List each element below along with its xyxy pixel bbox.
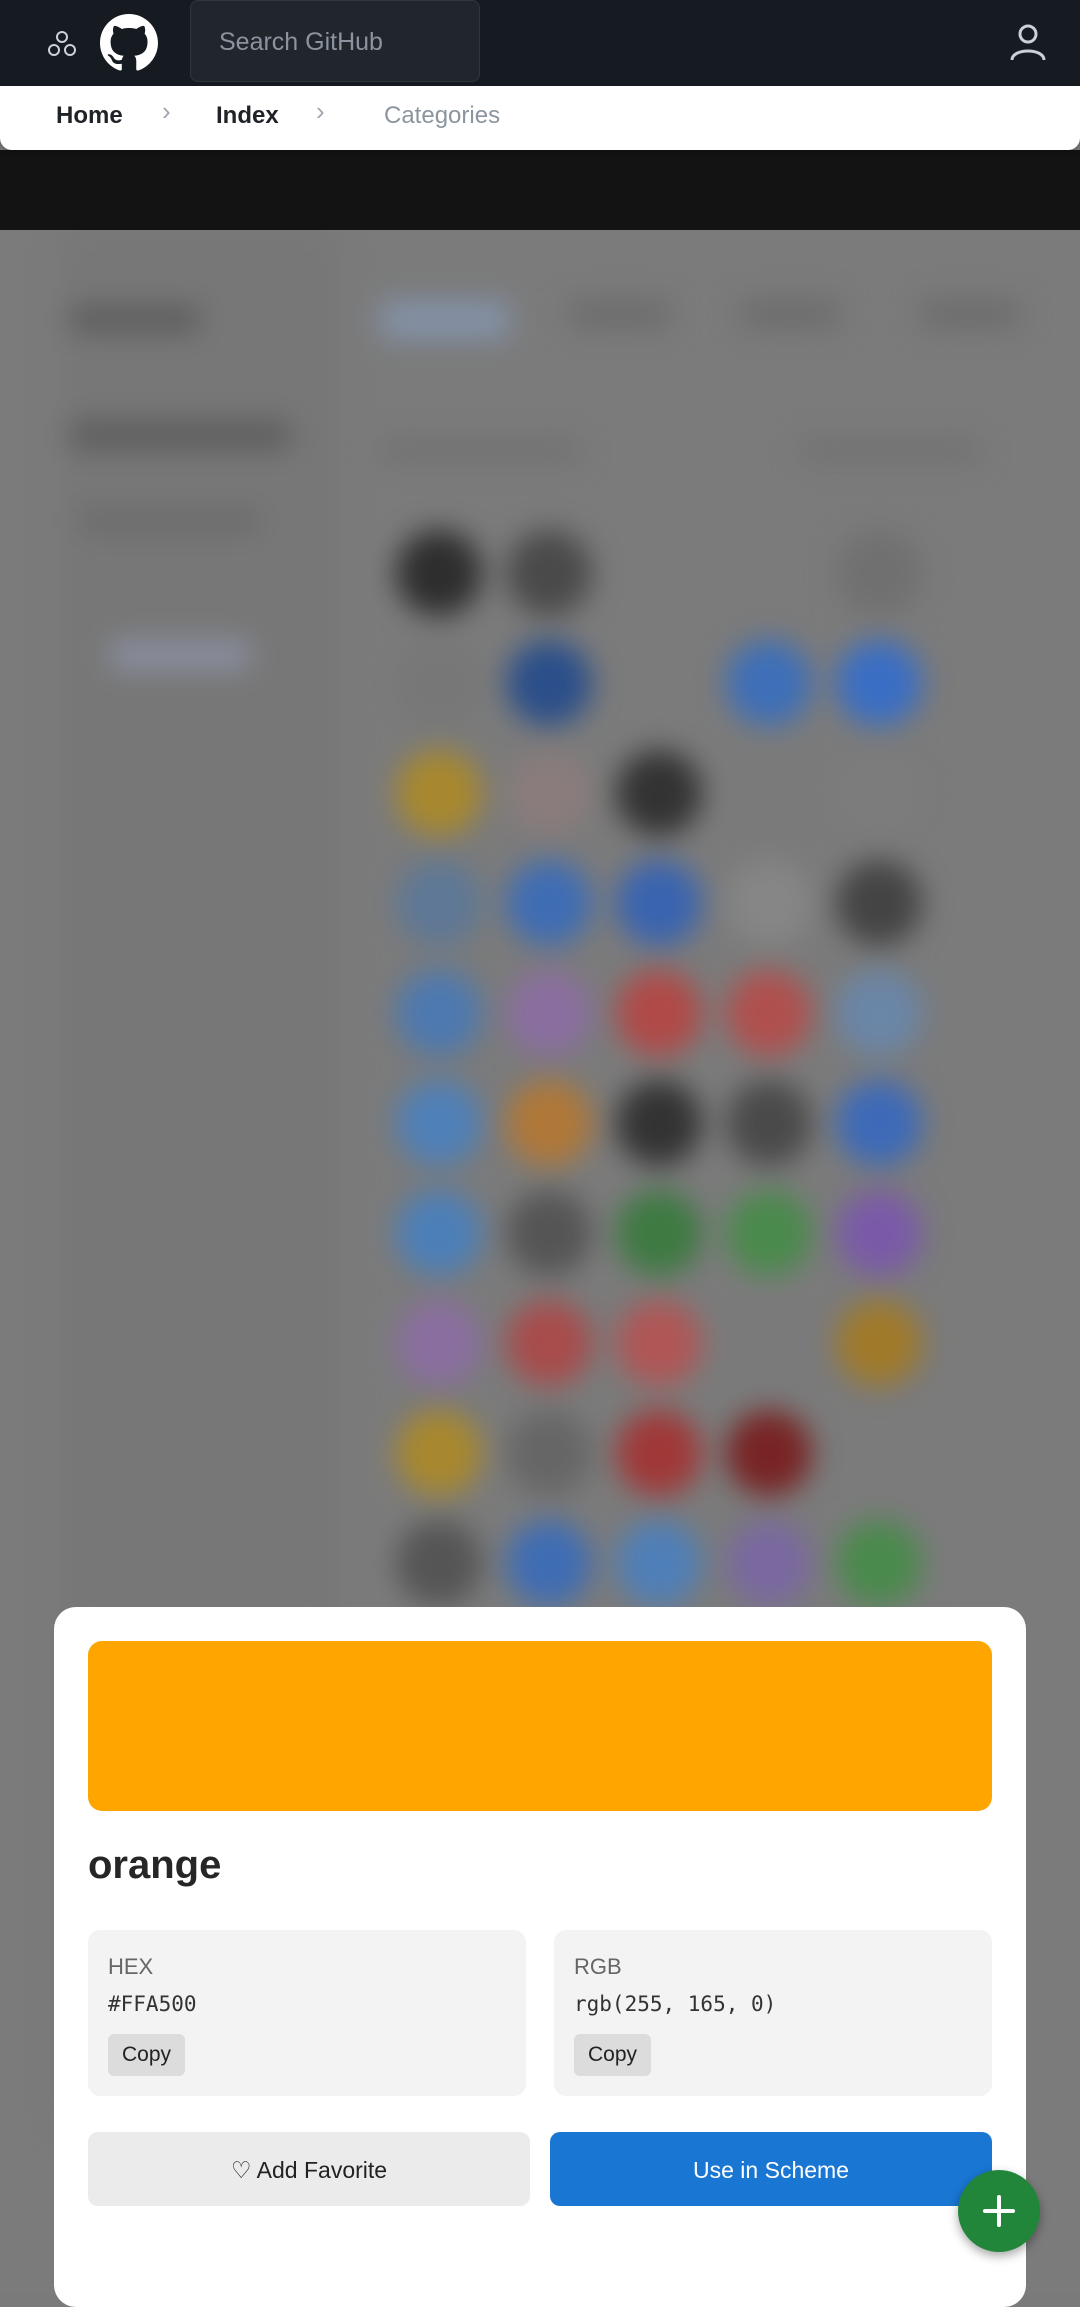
color-swatch <box>836 860 922 946</box>
color-swatch <box>506 1410 592 1496</box>
color-swatch <box>506 1080 592 1166</box>
blurred-tab <box>380 300 510 340</box>
color-swatch <box>726 640 812 726</box>
breadcrumb-home[interactable]: Home <box>56 102 123 130</box>
color-swatch <box>726 1080 812 1166</box>
blurred-text <box>70 305 200 333</box>
color-swatch <box>836 1300 922 1386</box>
color-swatch <box>396 970 482 1056</box>
color-swatch <box>616 1300 702 1386</box>
copy-rgb-button[interactable]: Copy <box>574 2034 652 2076</box>
color-swatch <box>836 1520 922 1606</box>
menu-icon[interactable] <box>46 28 78 60</box>
color-swatch <box>726 1520 812 1606</box>
blurred-tab <box>570 300 670 328</box>
chevron-right-icon: › <box>162 96 171 126</box>
color-swatch <box>506 750 592 836</box>
search-input[interactable]: Search GitHub <box>190 0 480 82</box>
color-swatch <box>726 750 812 836</box>
color-swatch <box>836 1080 922 1166</box>
color-preview-swatch <box>88 1641 992 1811</box>
color-swatch <box>726 1410 812 1496</box>
color-swatch <box>616 1520 702 1606</box>
chevron-right-icon: › <box>316 96 325 126</box>
blurred-tab <box>740 300 840 328</box>
color-swatch <box>396 1410 482 1496</box>
color-name: orange <box>88 1843 222 1887</box>
blurred-tab <box>920 300 1020 328</box>
blurred-text <box>110 640 250 670</box>
color-detail-sheet: orange HEX #FFA500 Copy RGB rgb(255, 165… <box>54 1607 1026 2307</box>
color-swatch <box>506 860 592 946</box>
color-swatch <box>616 1410 702 1496</box>
copy-hex-button[interactable]: Copy <box>108 2034 186 2076</box>
color-swatch <box>396 1520 482 1606</box>
hex-label: HEX <box>108 1954 154 1979</box>
user-icon[interactable] <box>1006 20 1050 64</box>
hex-card: HEX #FFA500 Copy <box>88 1930 526 2096</box>
color-swatch <box>396 1300 482 1386</box>
blurred-text <box>70 420 290 450</box>
blurred-text <box>800 440 980 460</box>
breadcrumb-index[interactable]: Index <box>216 102 279 130</box>
blurred-text <box>380 440 580 460</box>
color-swatch <box>506 640 592 726</box>
top-header: Search GitHub <box>0 0 1080 86</box>
rgb-card: RGB rgb(255, 165, 0) Copy <box>554 1930 992 2096</box>
blurred-text <box>80 510 260 532</box>
color-swatch <box>396 1190 482 1276</box>
breadcrumb: Home › Index › Categories <box>0 86 1080 150</box>
color-swatch <box>726 1190 812 1276</box>
color-swatch <box>396 750 482 836</box>
color-swatch <box>616 860 702 946</box>
color-swatch <box>396 640 482 726</box>
color-swatch <box>726 860 812 946</box>
plus-icon <box>983 2195 1015 2227</box>
hex-value: #FFA500 <box>108 1992 197 2016</box>
color-swatch <box>506 1300 592 1386</box>
add-favorite-button[interactable]: ♡ Add Favorite <box>88 2132 530 2206</box>
color-swatch <box>836 640 922 726</box>
rgb-value: rgb(255, 165, 0) <box>574 1992 777 2016</box>
color-swatch <box>836 970 922 1056</box>
color-swatch <box>836 1190 922 1276</box>
breadcrumb-categories[interactable]: Categories <box>384 102 500 130</box>
dark-band <box>0 150 1080 230</box>
color-swatch <box>616 970 702 1056</box>
color-swatch <box>836 530 922 616</box>
color-swatch <box>396 860 482 946</box>
color-swatch <box>616 750 702 836</box>
github-logo-icon[interactable] <box>100 14 158 72</box>
color-swatch <box>836 750 922 836</box>
color-swatch <box>726 970 812 1056</box>
add-fab-button[interactable] <box>958 2170 1040 2252</box>
color-swatch <box>616 1080 702 1166</box>
color-swatch <box>616 1190 702 1276</box>
color-swatch <box>396 1080 482 1166</box>
color-swatch <box>506 970 592 1056</box>
color-swatch <box>396 530 482 616</box>
color-swatch <box>506 530 592 616</box>
use-in-scheme-button[interactable]: Use in Scheme <box>550 2132 992 2206</box>
color-swatch <box>506 1520 592 1606</box>
color-swatch <box>726 1300 812 1386</box>
rgb-label: RGB <box>574 1954 622 1979</box>
color-swatch <box>506 1190 592 1276</box>
